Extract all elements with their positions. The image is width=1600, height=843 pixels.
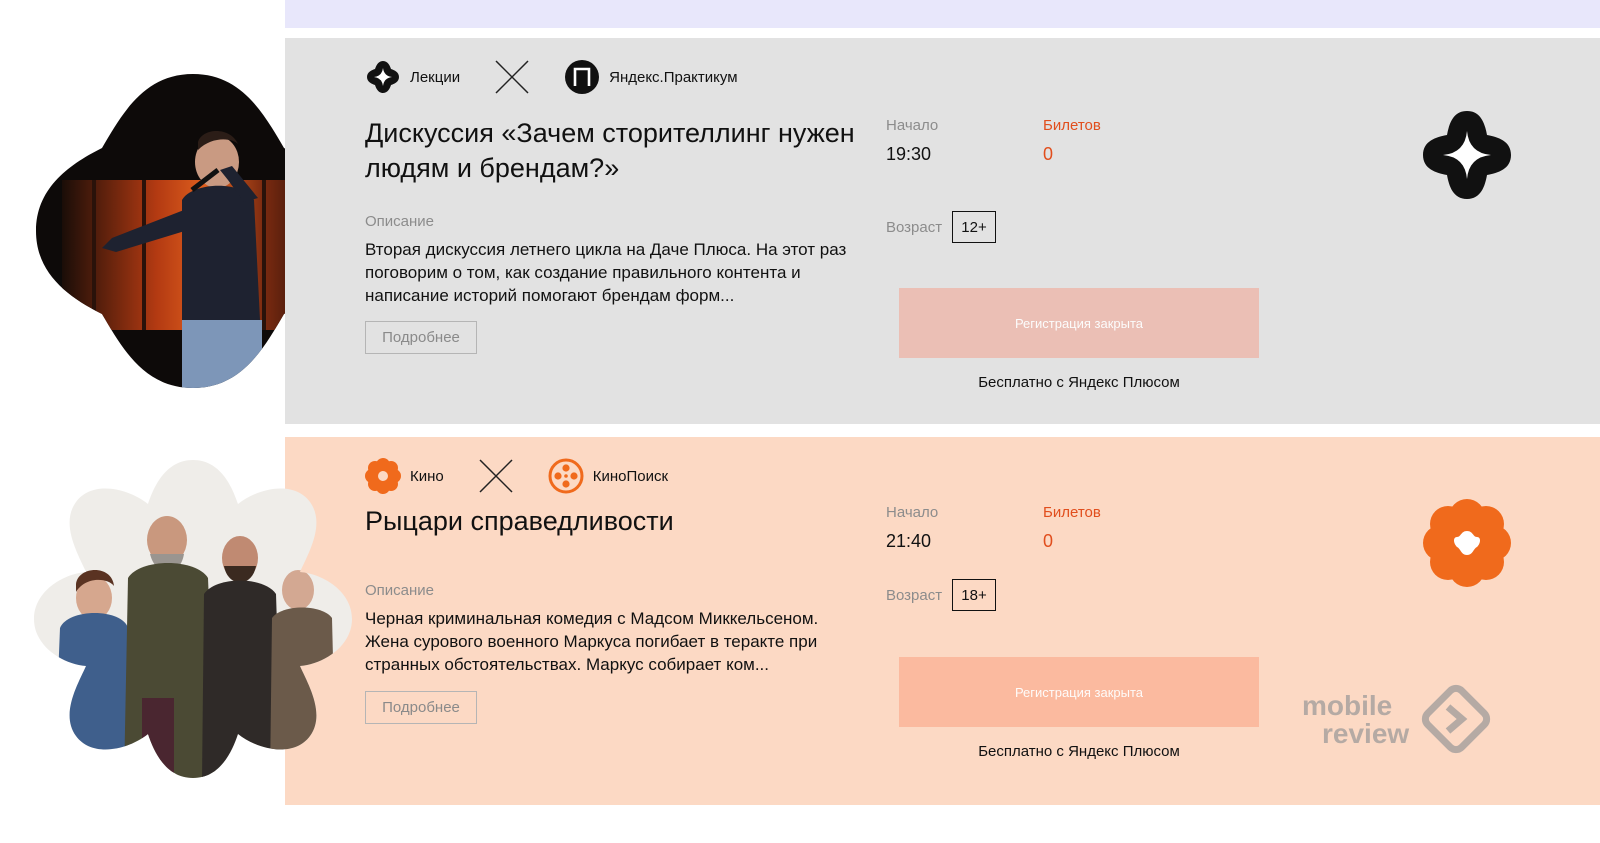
partner-praktikum: Яндекс.Практикум <box>564 59 738 95</box>
watermark-line2: review <box>1322 718 1409 749</box>
partner-label: КиноПоиск <box>592 467 669 485</box>
more-button[interactable]: Подробнее <box>365 321 477 354</box>
age-label: Возраст <box>886 219 943 236</box>
category-lectures: Лекции <box>365 59 460 95</box>
category-label: Лекции <box>410 68 461 86</box>
start-label: Начало <box>886 504 939 521</box>
partners-row: Лекции Яндекс.Практикум <box>365 58 738 96</box>
tickets-count: 0 <box>1043 531 1054 551</box>
event-card-lecture[interactable]: Лекции Яндекс.Практикум Дискуссия «Зачем… <box>285 38 1600 424</box>
start-time: 19:30 <box>886 144 932 164</box>
mobile-review-watermark: mobile review <box>1302 684 1491 754</box>
partner-kinopoisk: КиноПоиск <box>548 458 668 494</box>
age-label: Возраст <box>886 587 943 604</box>
sparkle-icon <box>367 61 399 93</box>
previous-card-edge <box>285 0 1600 28</box>
more-button[interactable]: Подробнее <box>365 691 477 724</box>
start-time: 21:40 <box>886 531 932 551</box>
event-description: Черная криминальная комедия с Мадсом Мик… <box>365 609 819 674</box>
age-badge: 18+ <box>952 579 996 611</box>
flower-badge-icon <box>1423 499 1511 587</box>
partner-label: Яндекс.Практикум <box>609 68 738 86</box>
cross-icon <box>479 459 513 493</box>
partners-row: Кино КиноПоиск <box>365 457 668 495</box>
cross-icon <box>495 60 529 94</box>
category-cinema: Кино <box>365 458 444 494</box>
free-with-plus-note: Бесплатно с Яндекс Плюсом <box>978 743 1180 760</box>
description-label: Описание <box>365 213 435 230</box>
registration-closed-button[interactable]: Регистрация закрыта <box>899 288 1259 358</box>
tickets-label: Билетов <box>1043 117 1101 134</box>
flower-icon <box>365 458 401 494</box>
category-label: Кино <box>410 467 444 485</box>
sparkle-badge-icon <box>1423 111 1511 199</box>
start-label: Начало <box>886 117 939 134</box>
praktikum-icon <box>565 60 600 94</box>
free-with-plus-note: Бесплатно с Яндекс Плюсом <box>978 374 1180 391</box>
registration-closed-button[interactable]: Регистрация закрыта <box>899 657 1259 727</box>
event-description: Вторая дискуссия летнего цикла на Даче П… <box>365 240 847 305</box>
film-reel-icon <box>548 458 584 494</box>
event-photo-movie-cast <box>34 460 352 778</box>
watermark-line1: mobile <box>1302 690 1392 721</box>
description-label: Описание <box>365 582 435 599</box>
age-badge: 12+ <box>952 211 996 243</box>
event-title[interactable]: Дискуссия «Зачем сторителлинг нужен людя… <box>365 116 865 186</box>
tickets-count: 0 <box>1043 144 1054 164</box>
tickets-label: Билетов <box>1043 504 1101 521</box>
event-title[interactable]: Рыцари справедливости <box>365 504 865 539</box>
